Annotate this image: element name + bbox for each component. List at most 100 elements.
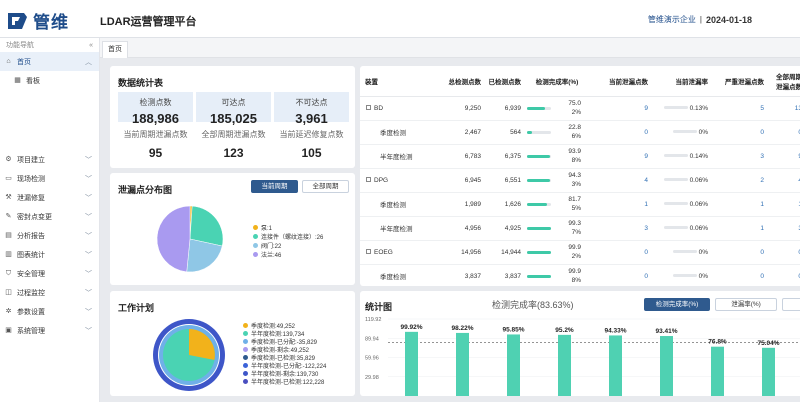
sidebar: 功能导航 « ⌂ 首页 ︿ ▦ 看板 ⚙ 项目建立 ﹀ ▭ 现场检测 ﹀ ⚒ 泄漏修复 ﹀ … [0, 38, 100, 402]
bar[interactable] [507, 334, 520, 396]
gear-icon: ⚙ [5, 156, 12, 163]
sidebar-item-system[interactable]: ▣ 系统管理 ﹀ [0, 321, 99, 340]
cell-current-leaks[interactable]: 9 [590, 96, 651, 121]
stat-chart-title: 统计图 [365, 302, 393, 312]
cell-total: 6,783 [438, 144, 484, 169]
cell-current-leaks[interactable]: 3 [590, 216, 651, 241]
current-cycle-button[interactable]: 当前周期 [251, 180, 298, 193]
chart-icon: ▥ [5, 251, 12, 258]
sidebar-item-project-setup[interactable]: ⚙ 项目建立 ﹀ [0, 150, 99, 169]
stat-label: 当前延迟修复点数 [279, 130, 344, 139]
sidebar-item-home[interactable]: ⌂ 首页 ︿ [0, 52, 99, 71]
sidebar-item-analysis-report[interactable]: ▤ 分析报告 ﹀ [0, 226, 99, 245]
stat-value: 3,961 [295, 111, 328, 126]
leak-rate-bar [663, 226, 688, 230]
leak-distribution-panel: 泄漏点分布图 当前周期 全部周期 泵:1 连接件（螺纹连接）:26 阀门:22 … [110, 173, 355, 285]
cell-all-leaks[interactable]: 3 [767, 216, 800, 241]
chevron-down-icon: ﹀ [85, 195, 92, 202]
cell-done: 6,939 [484, 96, 524, 121]
double-chevron-left-icon[interactable]: « [89, 42, 93, 49]
cell-severe-leaks[interactable]: 1 [711, 192, 767, 217]
stat-label: 不可达点 [295, 98, 328, 107]
bar[interactable] [660, 336, 673, 396]
sidebar-item-dashboard[interactable]: ▦ 看板 [0, 71, 99, 90]
cell-all-leaks[interactable]: 0 [767, 240, 800, 265]
cell-current-leaks[interactable]: 9 [590, 144, 651, 169]
cell-severe-leaks[interactable]: 5 [711, 96, 767, 121]
completion-progress-bar [527, 226, 551, 230]
all-cycles-button[interactable]: 全部周期 [302, 180, 349, 193]
cell-severe-leaks[interactable]: 1 [711, 216, 767, 241]
logo[interactable]: 管维 [6, 8, 69, 33]
table-row[interactable]: 季度检测1,9891,62681.75%1 0.06%11 [360, 192, 800, 217]
cell-severe-leaks[interactable]: 2 [711, 168, 767, 193]
collapse-box-icon[interactable] [366, 177, 371, 183]
table-row[interactable]: 半年度检测4,9564,92599.37%3 0.06%13 [360, 216, 800, 241]
sidebar-item-params[interactable]: ✲ 参数设置 ﹀ [0, 302, 99, 321]
table-row[interactable]: 季度检测3,8373,83799.98%0 0%00 [360, 264, 800, 286]
device-table: 装置 总检测点数 已检测点数 检测完成率(%) 当前泄漏点数 当前泄漏率 严重泄… [360, 66, 800, 286]
stat-current-leaks: 当前周期泄漏点数 95 [118, 126, 193, 162]
bar[interactable] [762, 347, 775, 396]
cell-current-leaks[interactable]: 0 [590, 240, 651, 265]
cell-current-leaks[interactable]: 1 [590, 192, 651, 217]
report-icon: ▤ [5, 232, 12, 239]
y-tick-label: 119.92 [365, 317, 381, 323]
cell-all-leaks[interactable]: 9 [767, 144, 800, 169]
cell-all-leaks[interactable]: 0 [767, 120, 800, 145]
table-row-group[interactable]: DPG6,9456,55194.33%4 0.06%24 [360, 168, 800, 193]
cell-all-leaks[interactable]: 1 [767, 192, 800, 217]
cell-total: 6,945 [438, 168, 484, 193]
leak-dist-title: 泄漏点分布图 [118, 185, 173, 195]
cell-current-leaks[interactable]: 0 [590, 120, 651, 145]
cell-current-leaks[interactable]: 4 [590, 168, 651, 193]
work-plan-panel: 工作计划 季度检测:49,252 半年度检测:139,734 季度检测-已分配:… [110, 291, 355, 396]
bar[interactable] [609, 335, 622, 396]
rate-line-2: 7% [571, 229, 581, 236]
sidebar-item-process-monitor[interactable]: ◫ 过程监控 ﹀ [0, 283, 99, 302]
table-row-group[interactable]: EOEG14,95614,94499.92%0 0%00 [360, 240, 800, 265]
col-header-severe: 严重泄漏点数 [711, 66, 767, 97]
cell-leak-rate: 0.14% [689, 152, 708, 160]
stat-value: 185,025 [210, 111, 257, 126]
sidebar-item-field-detection[interactable]: ▭ 现场检测 ﹀ [0, 169, 99, 188]
table-row[interactable]: 季度检测2,46756422.86%0 0%00 [360, 120, 800, 145]
completion-rate-button[interactable]: 检测完成率(%) [644, 298, 710, 311]
collapse-box-icon[interactable] [366, 105, 371, 111]
legend-dot [243, 347, 248, 352]
cell-all-leaks[interactable]: 13 [767, 96, 800, 121]
cell-severe-leaks[interactable]: 0 [711, 264, 767, 286]
collapse-box-icon[interactable] [366, 249, 371, 255]
legend-dot [243, 331, 248, 336]
more-button[interactable] [782, 298, 800, 311]
cell-current-leaks[interactable]: 0 [590, 264, 651, 286]
table-row[interactable]: 半年度检测6,7836,37593.98%9 0.14%39 [360, 144, 800, 169]
table-row-group[interactable]: BD 9,2506,939 75.0 2% 9 0.13%513 [360, 96, 800, 121]
sidebar-item-seal-change[interactable]: ✎ 密封点变更 ﹀ [0, 207, 99, 226]
sidebar-item-safety[interactable]: ⛉ 安全管理 ﹀ [0, 264, 99, 283]
legend-dot [243, 371, 248, 376]
cell-severe-leaks[interactable]: 0 [711, 120, 767, 145]
bar[interactable] [405, 331, 418, 396]
tab-home[interactable]: 首页 [102, 41, 128, 58]
cell-severe-leaks[interactable]: 0 [711, 240, 767, 265]
sidebar-item-leak-repair[interactable]: ⚒ 泄漏修复 ﹀ [0, 188, 99, 207]
bar[interactable] [711, 346, 724, 396]
stat-value: 188,986 [132, 111, 179, 126]
legend-dot [253, 252, 258, 257]
bar[interactable] [456, 332, 469, 396]
pie-slice[interactable] [156, 205, 191, 273]
legend-item: 半年度检测-已检测:122,228 [243, 377, 324, 386]
monitor-icon: ▭ [5, 175, 12, 182]
bar-value-label: 95.2% [555, 327, 574, 334]
sidebar-item-chart-stats[interactable]: ▥ 图表统计 ﹀ [0, 245, 99, 264]
cell-severe-leaks[interactable]: 3 [711, 144, 767, 169]
bar-value-label: 93.41% [655, 328, 677, 335]
sidebar-item-label: 过程监控 [17, 289, 45, 297]
device-name: 季度检测 [380, 130, 406, 137]
bar[interactable] [558, 334, 571, 396]
enterprise-name[interactable]: 管维演示企业 [648, 14, 696, 25]
cell-all-leaks[interactable]: 4 [767, 168, 800, 193]
cell-all-leaks[interactable]: 0 [767, 264, 800, 286]
leak-rate-button[interactable]: 泄漏率(%) [715, 298, 777, 311]
